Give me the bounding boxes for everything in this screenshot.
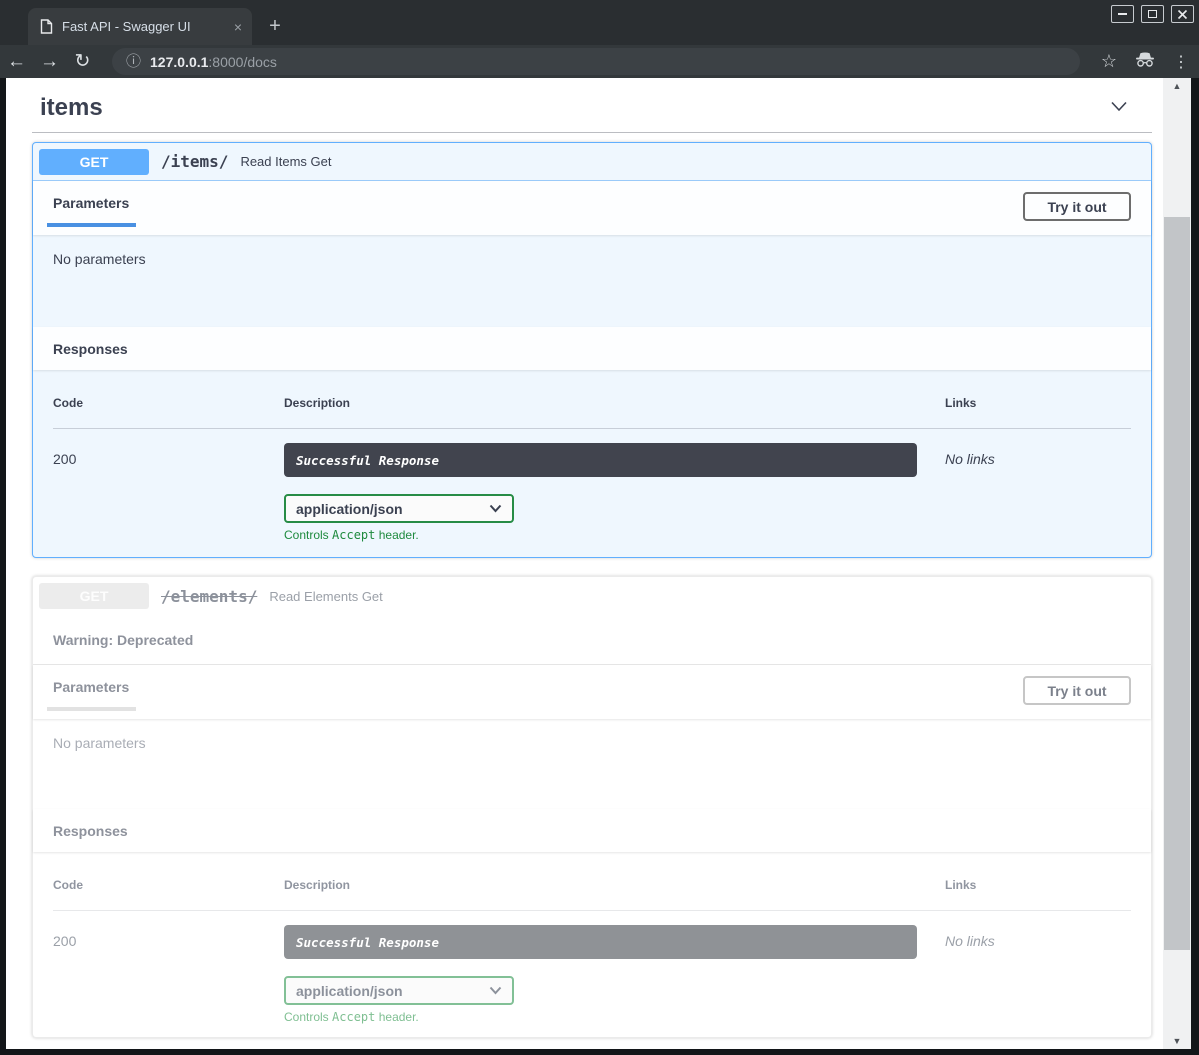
select-chevron-icon: [489, 504, 502, 513]
operation-summary: Read Items Get: [240, 154, 331, 169]
bookmark-star-icon[interactable]: ☆: [1101, 51, 1117, 72]
method-badge: GET: [39, 149, 149, 175]
window-controls: [1111, 5, 1194, 23]
forward-icon[interactable]: →: [33, 52, 66, 71]
deprecated-warning-row: Warning: Deprecated: [33, 615, 1151, 665]
chevron-down-icon[interactable]: [1108, 95, 1130, 122]
description-column-header: Description: [284, 878, 945, 892]
incognito-icon: [1134, 51, 1156, 73]
hint-code: Accept: [332, 528, 375, 542]
code-column-header: Code: [53, 396, 284, 410]
response-row: 200 Successful Response application/json…: [53, 925, 1131, 1024]
tag-title: items: [40, 94, 103, 122]
response-code: 200: [53, 925, 284, 1024]
url-path: :8000/docs: [208, 54, 277, 70]
response-description-box: Successful Response: [284, 925, 917, 959]
parameters-header: Parameters Try it out: [33, 181, 1151, 235]
response-links: No links: [945, 443, 1131, 542]
response-description-box: Successful Response: [284, 443, 917, 477]
hint-prefix: Controls: [284, 1010, 332, 1024]
description-column-header: Description: [284, 396, 945, 410]
tag-section-header[interactable]: items: [32, 90, 1152, 126]
tab-strip: Fast API - Swagger UI × +: [0, 0, 1199, 45]
responses-title: Responses: [53, 341, 128, 357]
browser-toolbar: ← → ↻ ⓘ 127.0.0.1:8000/docs: [0, 45, 1199, 78]
media-type-value: application/json: [296, 983, 403, 999]
parameters-tab[interactable]: Parameters: [47, 195, 136, 227]
hint-suffix: header.: [375, 528, 418, 542]
new-tab-button[interactable]: +: [262, 14, 288, 40]
responses-table-head: Code Description Links: [53, 878, 1131, 911]
media-type-select[interactable]: application/json: [284, 494, 514, 523]
responses-header: Responses: [33, 809, 1151, 852]
responses-header: Responses: [33, 327, 1151, 370]
operation-path: /elements/: [161, 587, 257, 606]
response-description: Successful Response: [296, 935, 439, 950]
page-scrollbar[interactable]: ▲ ▼: [1163, 78, 1191, 1049]
url-host: 127.0.0.1: [150, 54, 208, 70]
site-info-icon[interactable]: ⓘ: [126, 54, 141, 69]
tab-close-icon[interactable]: ×: [234, 20, 242, 34]
hint-prefix: Controls: [284, 528, 332, 542]
response-description: Successful Response: [296, 453, 439, 468]
close-icon: [1177, 9, 1188, 20]
links-column-header: Links: [945, 878, 1131, 892]
responses-table: Code Description Links 200 Successful Re…: [33, 370, 1151, 557]
browser-tab[interactable]: Fast API - Swagger UI ×: [28, 8, 252, 45]
scroll-up-icon[interactable]: ▲: [1163, 78, 1191, 94]
hint-suffix: header.: [375, 1010, 418, 1024]
minimize-button[interactable]: [1111, 5, 1134, 23]
operation-summary: Read Elements Get: [269, 589, 382, 604]
scrollbar-thumb[interactable]: [1164, 217, 1190, 950]
toolbar-actions: ☆ ⋮: [1101, 45, 1189, 78]
maximize-button[interactable]: [1141, 5, 1164, 23]
response-links: No links: [945, 925, 1131, 1024]
parameters-tab[interactable]: Parameters: [47, 679, 136, 711]
parameters-header: Parameters Try it out: [33, 665, 1151, 719]
opblock-get-items: GET /items/ Read Items Get Parameters Tr…: [32, 142, 1152, 558]
scroll-down-icon[interactable]: ▼: [1163, 1033, 1191, 1049]
accept-header-hint: Controls Accept header.: [284, 528, 945, 542]
close-button[interactable]: [1171, 5, 1194, 23]
links-column-header: Links: [945, 396, 1131, 410]
operation-path: /items/: [161, 152, 228, 171]
response-description-cell: Successful Response application/json Con…: [284, 925, 945, 1024]
reload-icon[interactable]: ↻: [66, 52, 99, 71]
no-parameters-text: No parameters: [33, 235, 1151, 327]
opblock-get-elements-deprecated: GET /elements/ Read Elements Get Warning…: [32, 576, 1152, 1038]
address-bar[interactable]: ⓘ 127.0.0.1:8000/docs: [112, 48, 1080, 75]
tag-divider: [32, 132, 1152, 133]
try-it-out-button[interactable]: Try it out: [1023, 192, 1131, 221]
minimize-icon: [1118, 13, 1127, 15]
maximize-icon: [1148, 10, 1157, 18]
responses-table: Code Description Links 200 Successful Re…: [33, 852, 1151, 1037]
page-content: items GET /items/ Read Items Get Paramet…: [6, 78, 1163, 1049]
no-parameters-text: No parameters: [33, 719, 1151, 809]
response-row: 200 Successful Response application/json…: [53, 443, 1131, 542]
back-icon[interactable]: ←: [0, 52, 33, 71]
media-type-select[interactable]: application/json: [284, 976, 514, 1005]
responses-table-head: Code Description Links: [53, 396, 1131, 429]
page-favicon-icon: [40, 19, 53, 34]
tab-title: Fast API - Swagger UI: [62, 19, 225, 34]
opblock-summary[interactable]: GET /items/ Read Items Get: [33, 143, 1151, 181]
method-badge: GET: [39, 583, 149, 609]
hint-code: Accept: [332, 1010, 375, 1024]
opblock-summary[interactable]: GET /elements/ Read Elements Get: [33, 577, 1151, 615]
deprecated-warning: Warning: Deprecated: [53, 632, 193, 648]
select-chevron-icon: [489, 986, 502, 995]
url-text: 127.0.0.1:8000/docs: [150, 54, 277, 70]
try-it-out-button[interactable]: Try it out: [1023, 676, 1131, 705]
responses-title: Responses: [53, 823, 128, 839]
browser-menu-icon[interactable]: ⋮: [1173, 52, 1189, 72]
response-description-cell: Successful Response application/json Con…: [284, 443, 945, 542]
accept-header-hint: Controls Accept header.: [284, 1010, 945, 1024]
response-code: 200: [53, 443, 284, 542]
media-type-value: application/json: [296, 501, 403, 517]
code-column-header: Code: [53, 878, 284, 892]
